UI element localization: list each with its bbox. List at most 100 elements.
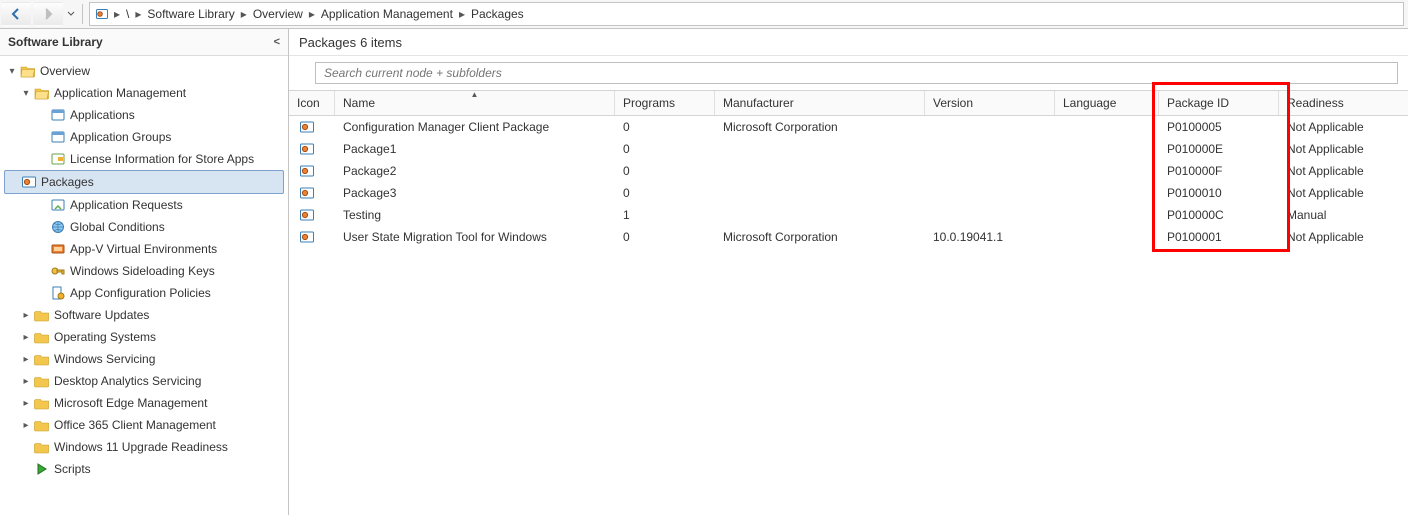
tree-node[interactable]: License Information for Store Apps	[0, 148, 288, 170]
column-header-label: Icon	[297, 96, 320, 110]
cell-name: Package2	[335, 164, 615, 178]
grid-header: Icon Name ▲ Programs Manufacturer VersionLang…	[289, 90, 1408, 116]
tree-node-label: Packages	[41, 175, 94, 189]
tree-twisty[interactable]: ▸	[20, 354, 32, 365]
toolbar: ▸ \ ▸ Software Library ▸ Overview ▸ Appl…	[0, 0, 1408, 29]
column-header-label: Manufacturer	[723, 96, 794, 110]
folder-icon	[34, 417, 50, 433]
tree-twisty[interactable]: ▸	[20, 310, 32, 321]
tree-node[interactable]: ▸Software Updates	[0, 304, 288, 326]
cell-manufacturer: Microsoft Corporation	[715, 120, 925, 134]
chevron-right-icon: ▸	[455, 7, 469, 21]
breadcrumb-item[interactable]: Packages	[469, 7, 526, 21]
tree-node[interactable]: Windows Sideloading Keys	[0, 260, 288, 282]
appv-icon	[50, 241, 66, 257]
table-row[interactable]: Configuration Manager Client Package0Mic…	[289, 116, 1408, 138]
breadcrumb-item[interactable]: Software Library	[145, 7, 236, 21]
globe-icon	[50, 219, 66, 235]
app-icon	[50, 107, 66, 123]
breadcrumb-item[interactable]: Overview	[251, 7, 305, 21]
tree-node-label: License Information for Store Apps	[70, 152, 254, 166]
cell-package-id: P0100010	[1159, 186, 1279, 200]
tree-node[interactable]: Windows 11 Upgrade Readiness	[0, 436, 288, 458]
column-header[interactable]: Name ▲	[335, 91, 615, 115]
tree-node[interactable]: ▸Windows Servicing	[0, 348, 288, 370]
cell-programs: 1	[615, 208, 715, 222]
table-row[interactable]: Package20P010000FNot Applicable	[289, 160, 1408, 182]
column-header[interactable]: Language	[1055, 91, 1159, 115]
folder-icon	[34, 351, 50, 367]
cell-package-id: P010000F	[1159, 164, 1279, 178]
sort-asc-icon: ▲	[471, 90, 479, 99]
tree-node[interactable]: Scripts	[0, 458, 288, 480]
chevron-right-icon: ▸	[237, 7, 251, 21]
tree-node[interactable]: ▸Operating Systems	[0, 326, 288, 348]
tree-node[interactable]: ▸Office 365 Client Management	[0, 414, 288, 436]
search-wrap	[289, 56, 1408, 90]
tree-node-label: Applications	[70, 108, 135, 122]
tree-node[interactable]: App Configuration Policies	[0, 282, 288, 304]
cell-package-id: P010000C	[1159, 208, 1279, 222]
breadcrumb[interactable]: ▸ \ ▸ Software Library ▸ Overview ▸ Appl…	[89, 2, 1404, 26]
tree-twisty[interactable]: ▾	[20, 88, 32, 99]
row-icon	[289, 141, 335, 157]
column-header[interactable]: Manufacturer	[715, 91, 925, 115]
sidebar-title: Software Library	[8, 35, 103, 49]
tree-node[interactable]: Application Requests	[0, 194, 288, 216]
column-header[interactable]: Icon	[289, 91, 335, 115]
cell-programs: 0	[615, 186, 715, 200]
key-icon	[50, 263, 66, 279]
cell-programs: 0	[615, 164, 715, 178]
nav-history-dropdown[interactable]	[64, 0, 78, 28]
row-icon	[289, 185, 335, 201]
tree-twisty[interactable]: ▸	[20, 376, 32, 387]
tree-twisty[interactable]: ▾	[6, 66, 18, 77]
cell-readiness: Not Applicable	[1279, 142, 1408, 156]
row-icon	[289, 119, 335, 135]
tree-twisty[interactable]: ▸	[20, 398, 32, 409]
tree-node-label: Microsoft Edge Management	[54, 396, 207, 410]
table-row[interactable]: Testing1P010000CManual	[289, 204, 1408, 226]
tree-node[interactable]: ▾Application Management	[0, 82, 288, 104]
folder-icon	[34, 439, 50, 455]
breadcrumb-item[interactable]: \	[124, 7, 131, 21]
search-input[interactable]	[315, 62, 1398, 84]
cell-package-id: P0100005	[1159, 120, 1279, 134]
nav-back-button[interactable]	[1, 2, 31, 26]
tree-node[interactable]: Global Conditions	[0, 216, 288, 238]
tree-node-label: Overview	[40, 64, 90, 78]
cell-name: Package1	[335, 142, 615, 156]
tree-node[interactable]: App-V Virtual Environments	[0, 238, 288, 260]
table-row[interactable]: Package30P0100010Not Applicable	[289, 182, 1408, 204]
tree-node[interactable]: ▸Desktop Analytics Servicing	[0, 370, 288, 392]
column-header-label: Name	[343, 96, 375, 110]
nav-forward-button[interactable]	[33, 2, 63, 26]
tree-node-label: Application Groups	[70, 130, 171, 144]
cell-name: Testing	[335, 208, 615, 222]
folder-icon	[34, 307, 50, 323]
grid-body: Configuration Manager Client Package0Mic…	[289, 116, 1408, 248]
tree-twisty[interactable]: ▸	[20, 420, 32, 431]
breadcrumb-item[interactable]: Application Management	[319, 7, 455, 21]
column-header[interactable]: Programs	[615, 91, 715, 115]
cell-programs: 0	[615, 120, 715, 134]
table-row[interactable]: Package10P010000ENot Applicable	[289, 138, 1408, 160]
sidebar: Software Library < ▾Overview▾Application…	[0, 29, 289, 515]
tree-twisty[interactable]: ▸	[20, 332, 32, 343]
folder-icon	[34, 395, 50, 411]
tree-node[interactable]: ▸ Microsoft Edge Management	[0, 392, 288, 414]
table-row[interactable]: User State Migration Tool for Windows0Mi…	[289, 226, 1408, 248]
tree-node[interactable]: ▾ Overview	[0, 60, 288, 82]
column-header-label: Readiness	[1287, 96, 1344, 110]
tree-node[interactable]: Packages	[4, 170, 284, 194]
tree-node[interactable]: Applications	[0, 104, 288, 126]
tree-node[interactable]: Application Groups	[0, 126, 288, 148]
column-header[interactable]: Readiness	[1279, 91, 1408, 115]
cell-name: User State Migration Tool for Windows	[335, 230, 615, 244]
column-header[interactable]: Package ID	[1159, 91, 1279, 115]
folder-icon	[34, 329, 50, 345]
column-header[interactable]: Version	[925, 91, 1055, 115]
content-item-count: 6 items	[360, 35, 402, 50]
cell-readiness: Not Applicable	[1279, 120, 1408, 134]
sidebar-collapse-button[interactable]: <	[274, 36, 280, 48]
